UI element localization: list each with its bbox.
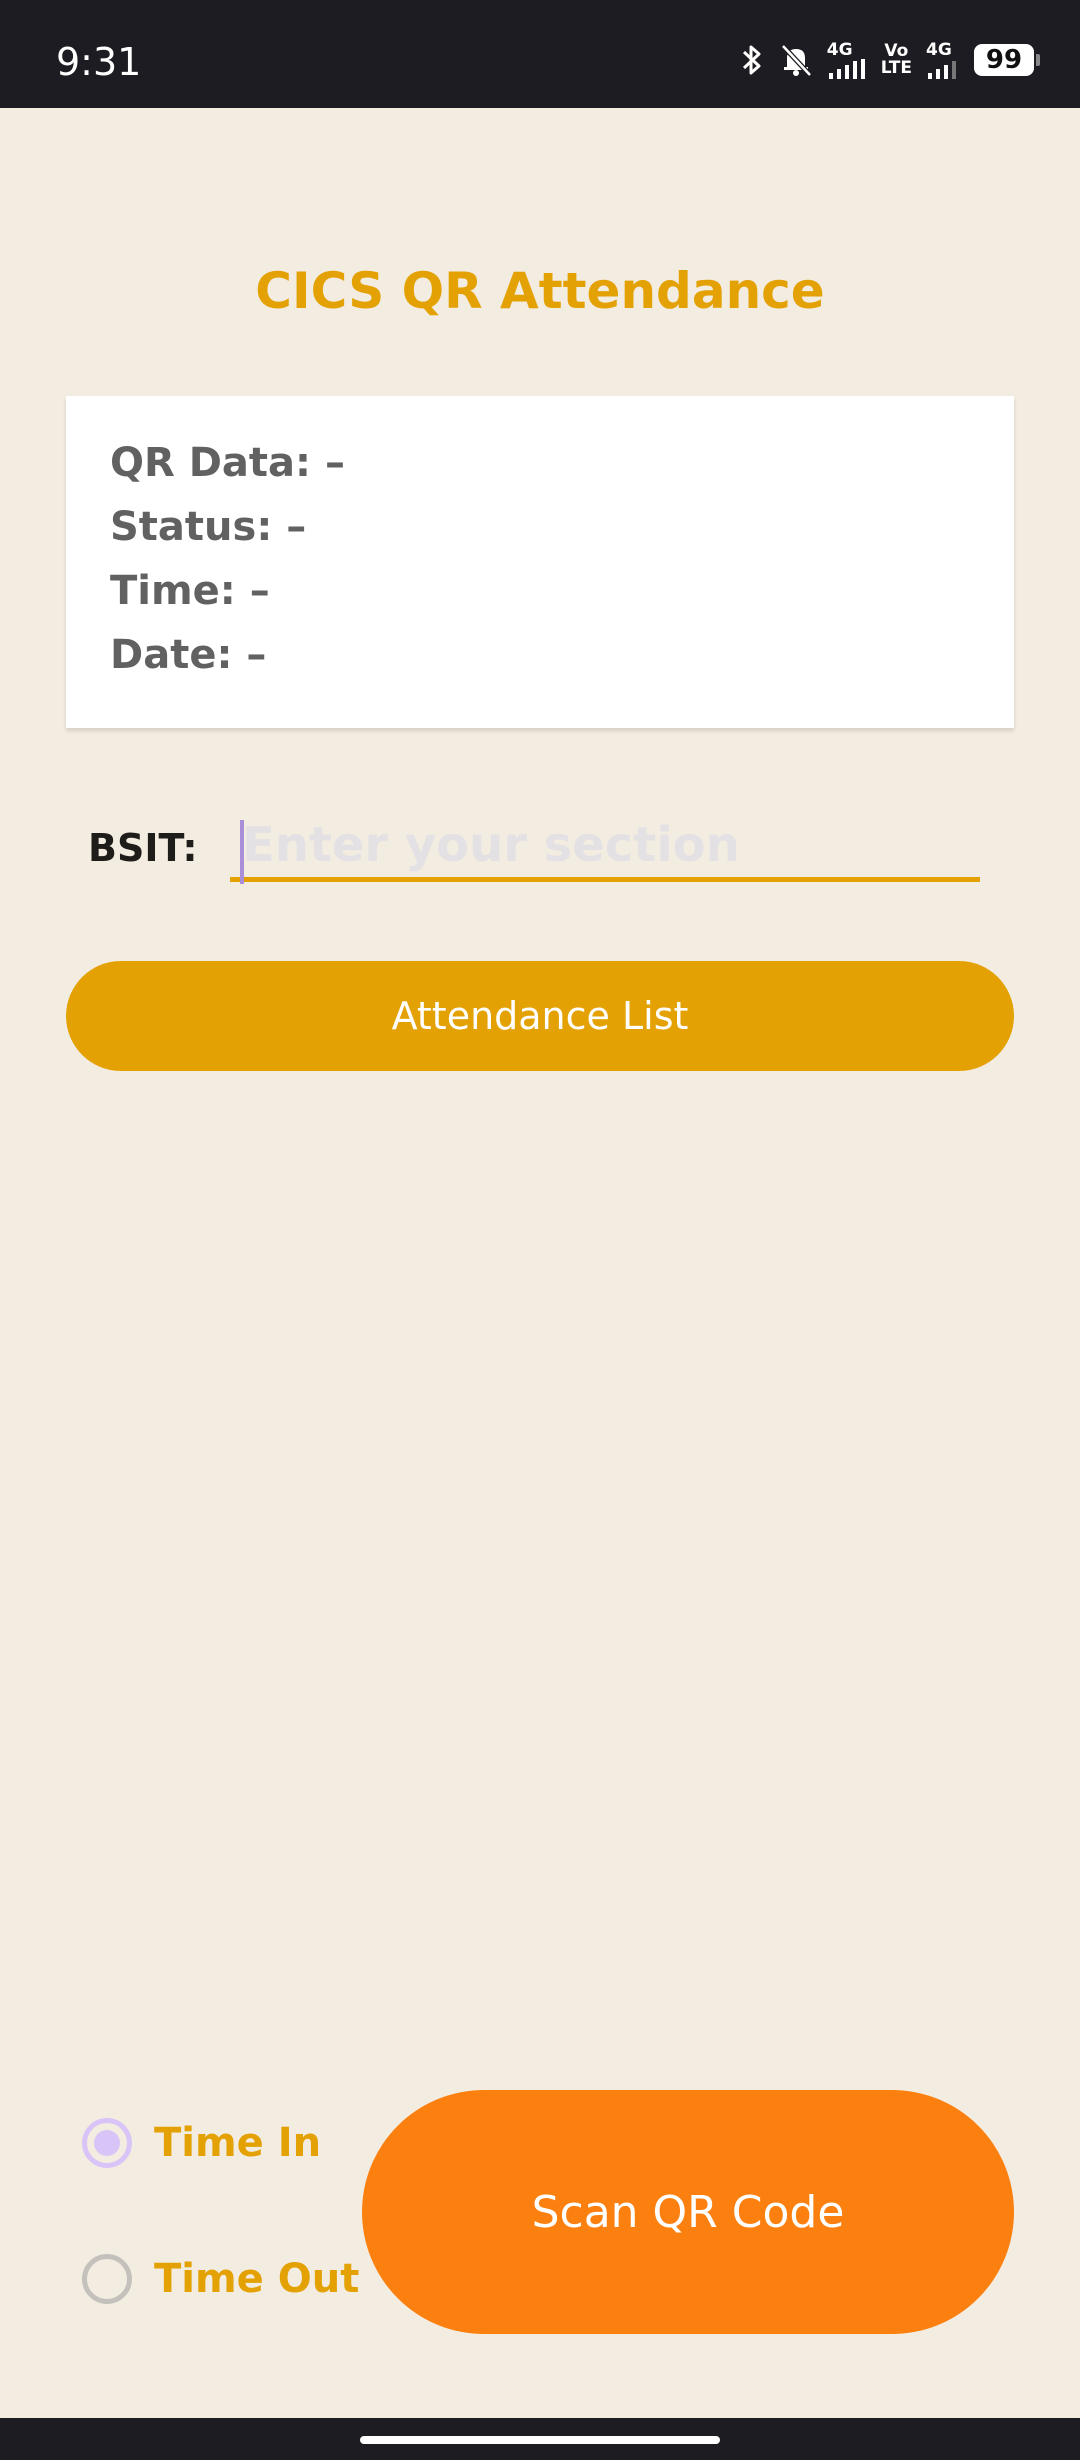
- battery-level: 99: [974, 44, 1034, 76]
- battery-icon: 99: [974, 44, 1040, 76]
- scan-info-card: QR Data: – Status: – Time: – Date: –: [66, 396, 1014, 728]
- bell-off-icon: [780, 44, 812, 77]
- network-4g-signal: 4G: [827, 41, 867, 79]
- section-input[interactable]: [230, 812, 980, 882]
- time-in-label: Time In: [154, 2120, 322, 2166]
- date-text: Date: –: [110, 632, 267, 678]
- time-out-option[interactable]: Time Out: [82, 2254, 359, 2304]
- attendance-list-button[interactable]: Attendance List: [66, 961, 1014, 1071]
- scan-qr-button[interactable]: Scan QR Code: [362, 2090, 1014, 2334]
- network-4g-signal-2: 4G: [926, 41, 960, 79]
- text-cursor: [240, 820, 244, 884]
- time-text: Time: –: [110, 568, 270, 614]
- volte-indicator: Vo LTE: [880, 41, 912, 78]
- page-title: CICS QR Attendance: [255, 262, 825, 320]
- navigation-bar: [0, 2418, 1080, 2460]
- status-icons: 4G Vo LTE 4G 99: [739, 40, 1040, 80]
- home-gesture-handle[interactable]: [360, 2436, 720, 2444]
- bluetooth-icon: [742, 45, 761, 75]
- radio-unselected-icon[interactable]: [82, 2254, 132, 2304]
- qr-data-text: QR Data: –: [110, 440, 345, 486]
- status-text: Status: –: [110, 504, 307, 550]
- radio-selected-icon[interactable]: [82, 2118, 132, 2168]
- section-label: BSIT:: [88, 826, 198, 870]
- status-time: 9:31: [56, 40, 142, 84]
- status-bar: 9:31 4G Vo LTE 4G 99: [0, 0, 1080, 108]
- time-in-option[interactable]: Time In: [82, 2118, 321, 2168]
- signal-icon: [828, 58, 865, 79]
- signal-icon: [928, 60, 956, 79]
- time-out-label: Time Out: [154, 2256, 360, 2302]
